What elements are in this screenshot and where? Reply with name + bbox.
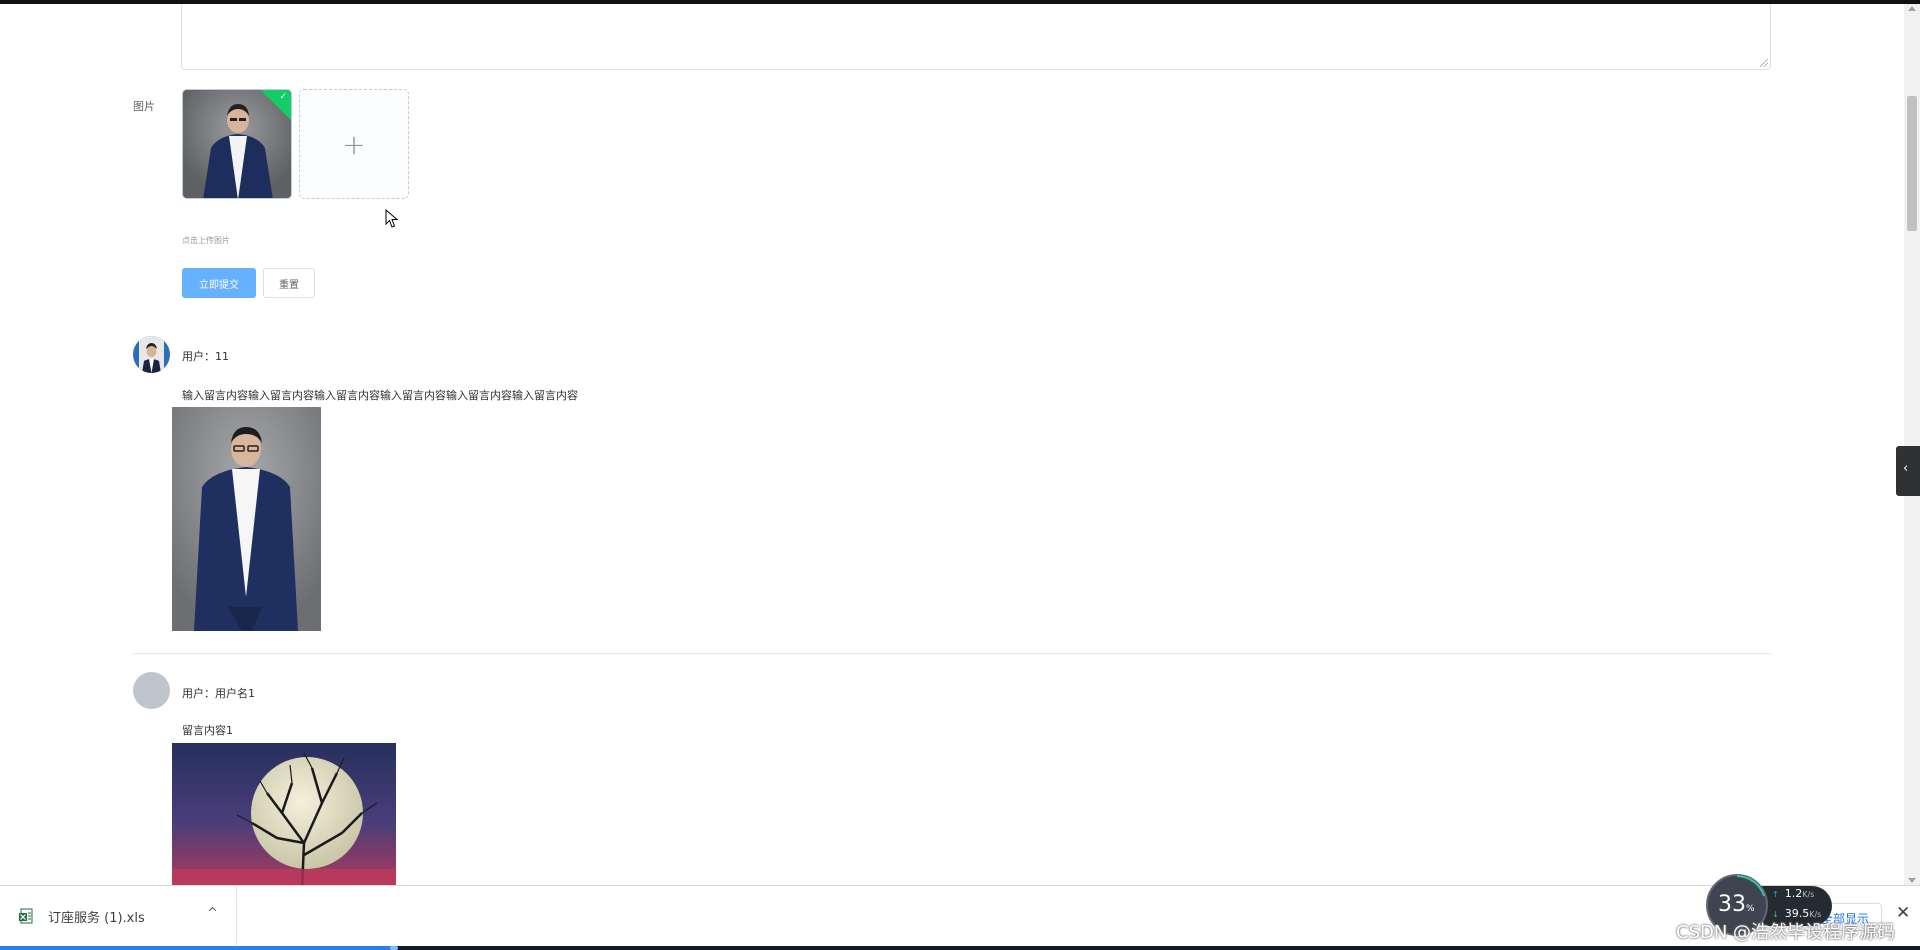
progress-highlight	[390, 946, 398, 950]
plus-icon: +	[342, 127, 366, 161]
reset-button[interactable]: 重置	[263, 268, 315, 298]
image-field-label: 图片	[133, 100, 155, 113]
portrait-thumbnail-image	[183, 90, 291, 198]
page-viewport: 图片 ✓ + 点击上传图片 立即提交 重置 用户：11 输入留言内容输入留言内容…	[0, 4, 1904, 885]
page-scrollbar[interactable]	[1904, 4, 1920, 885]
upload-speed: ↑ 1.2K/s	[1772, 887, 1815, 900]
avatar	[133, 672, 170, 709]
moon-tree-photo	[172, 743, 396, 885]
user-avatar-image	[133, 336, 170, 373]
textarea-resize-handle[interactable]	[1760, 59, 1768, 67]
comment-username: 用户：用户名1	[182, 687, 255, 700]
side-collapse-tab[interactable]: ‹	[1896, 446, 1920, 496]
excel-file-icon	[19, 908, 33, 924]
avatar	[133, 336, 170, 373]
comment-username: 用户：11	[182, 350, 229, 363]
close-icon[interactable]: ✕	[1896, 903, 1910, 923]
usage-percent: 33%	[1718, 892, 1755, 917]
comment-image	[172, 743, 396, 885]
download-item[interactable]: 订座服务 (1).xls ^	[0, 886, 237, 946]
comment-image	[172, 407, 321, 631]
uploaded-image-thumbnail[interactable]: ✓	[182, 89, 292, 199]
check-icon: ✓	[279, 92, 287, 102]
portrait-photo	[172, 407, 321, 631]
csdn-watermark: CSDN @浩然毕设程序源码	[1676, 922, 1896, 943]
chevron-left-icon: ‹	[1903, 461, 1909, 476]
submit-button[interactable]: 立即提交	[182, 268, 256, 298]
comment-content: 输入留言内容输入留言内容输入留言内容输入留言内容输入留言内容输入留言内容	[182, 389, 578, 402]
taskbar-progress	[0, 946, 1920, 950]
comment-content: 留言内容1	[182, 724, 233, 737]
message-textarea[interactable]	[181, 4, 1771, 70]
scroll-up-icon[interactable]	[1908, 6, 1916, 11]
scroll-down-icon[interactable]	[1908, 878, 1916, 883]
download-file-name: 订座服务 (1).xls	[48, 911, 145, 926]
mouse-cursor-icon	[385, 209, 399, 228]
upload-tip: 点击上传图片	[182, 236, 230, 245]
progress-fill	[0, 946, 394, 950]
comment-divider	[133, 653, 1771, 654]
scrollbar-thumb[interactable]	[1907, 96, 1917, 231]
download-bar: 订座服务 (1).xls ^ 全部显示 ✕	[0, 885, 1920, 946]
upload-arrow-icon: ↑	[1772, 890, 1779, 899]
chevron-up-icon[interactable]: ^	[207, 906, 218, 921]
upload-picture-button[interactable]: +	[299, 89, 409, 199]
